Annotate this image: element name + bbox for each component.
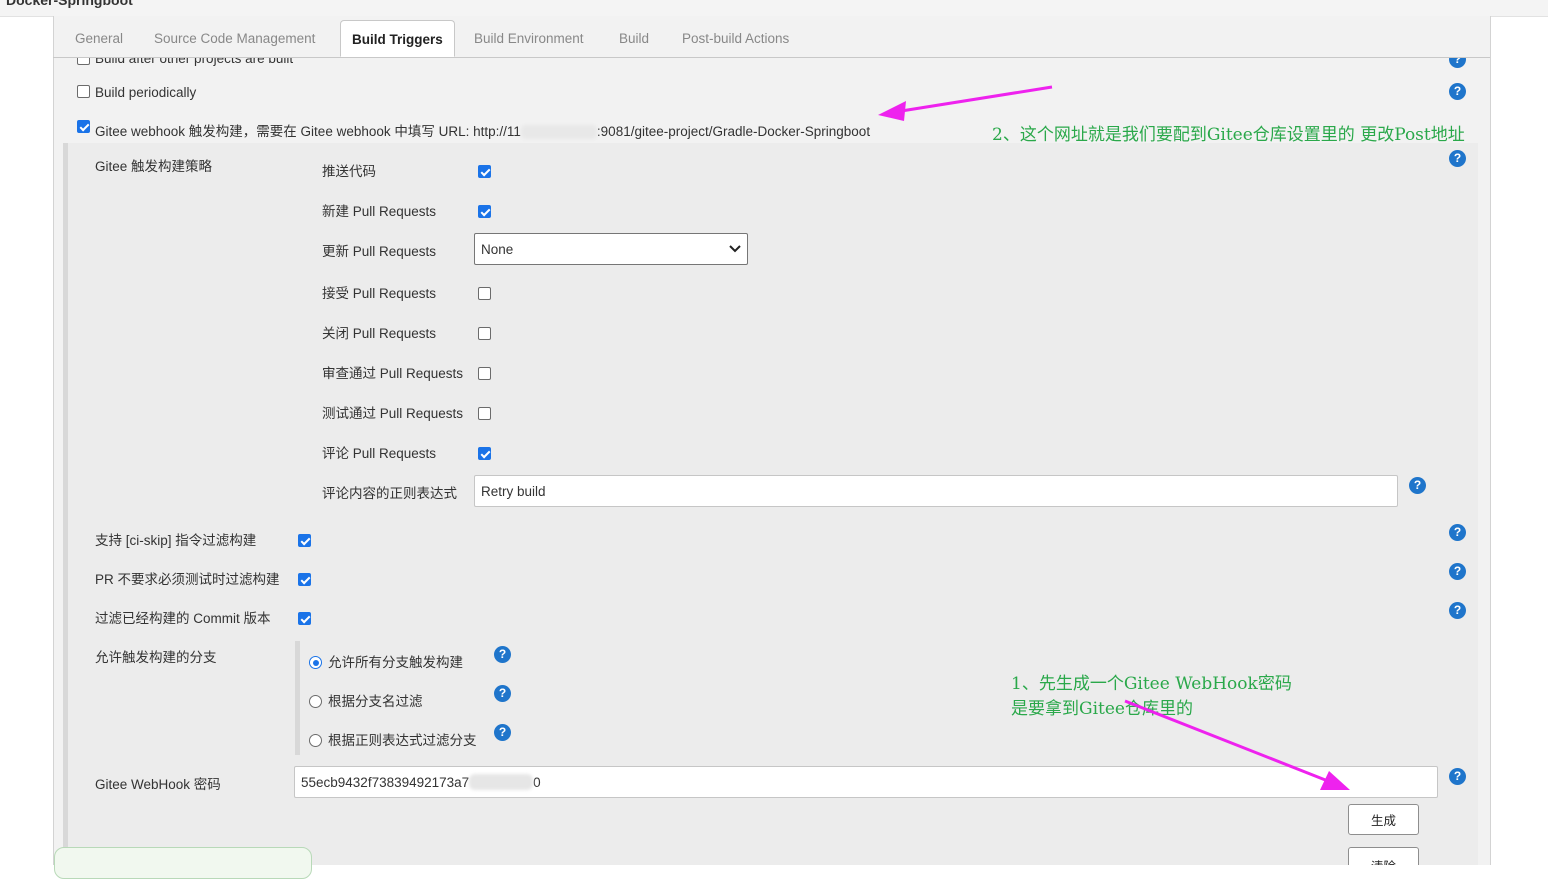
accept-pr-label: 接受 Pull Requests (322, 286, 437, 301)
clear-button[interactable]: 清除 (1348, 847, 1419, 865)
help-icon[interactable]: ? (1449, 524, 1466, 541)
tab-build[interactable]: Build (619, 31, 649, 46)
webhook-secret-input[interactable]: 55ecb9432f73839492173a7 0 (294, 766, 1438, 798)
redacted-secret (469, 774, 534, 790)
branch-options-bar (295, 641, 300, 755)
review-pr-checkbox[interactable] (478, 367, 491, 380)
branch-option-all-label: 允许所有分支触发构建 (328, 655, 463, 670)
push-code-label: 推送代码 (322, 164, 376, 179)
close-pr-checkbox[interactable] (478, 327, 491, 340)
help-icon[interactable]: ? (494, 685, 511, 702)
help-icon[interactable]: ? (1449, 58, 1466, 68)
build-after-checkbox[interactable] (77, 58, 90, 65)
build-periodically-label: Build periodically (95, 85, 197, 100)
help-icon[interactable]: ? (494, 646, 511, 663)
test-pr-checkbox[interactable] (478, 407, 491, 420)
generate-button[interactable]: 生成 (1348, 804, 1419, 835)
strategy-label: Gitee 触发构建策略 (95, 159, 213, 174)
tab-build-triggers[interactable]: Build Triggers (340, 20, 455, 57)
ci-skip-label: 支持 [ci-skip] 指令过滤构建 (95, 533, 257, 548)
webhook-secret-value-tail: 0 (533, 774, 541, 790)
pr-no-test-label: PR 不要求必须测试时过滤构建 (95, 572, 280, 587)
built-commit-label: 过滤已经构建的 Commit 版本 (95, 611, 271, 626)
gitee-webhook-checkbox[interactable] (77, 120, 90, 133)
annotation-secret-note-line1: 1、先生成一个Gitee WebHook密码 (1011, 674, 1292, 694)
branches-label: 允许触发构建的分支 (95, 650, 217, 665)
update-pr-select-value: None (481, 241, 514, 257)
gitee-webhook-url-suffix: :9081/gitee-project/Gradle-Docker-Spring… (596, 124, 871, 139)
branch-option-all-radio[interactable] (309, 656, 322, 669)
annotation-secret-note-line2: 是要拿到Gitee仓库里的 (1011, 699, 1193, 719)
tab-build-environment[interactable]: Build Environment (474, 31, 584, 46)
comment-regex-value: Retry build (481, 483, 546, 499)
branch-option-name-label: 根据分支名过滤 (328, 694, 423, 709)
redacted-ip (520, 125, 597, 140)
annotation-url-note: 2、这个网址就是我们要配到Gitee仓库设置里的 更改Post地址 (992, 125, 1465, 145)
update-pr-label: 更新 Pull Requests (322, 244, 437, 259)
gitee-webhook-label: Gitee webhook 触发构建，需要在 Gitee webhook 中填写… (95, 120, 870, 140)
pr-no-test-checkbox[interactable] (298, 573, 311, 586)
comment-regex-input[interactable]: Retry build (474, 475, 1398, 507)
tab-source-code-management[interactable]: Source Code Management (154, 31, 315, 46)
build-after-label: Build after other projects are built (95, 58, 294, 66)
new-pr-label: 新建 Pull Requests (322, 204, 437, 219)
ci-skip-checkbox[interactable] (298, 534, 311, 547)
comment-pr-label: 评论 Pull Requests (322, 446, 437, 461)
close-pr-label: 关闭 Pull Requests (322, 326, 437, 341)
built-commit-checkbox[interactable] (298, 612, 311, 625)
update-pr-select[interactable]: None (474, 233, 748, 265)
help-icon[interactable]: ? (1409, 477, 1426, 494)
new-pr-checkbox[interactable] (478, 205, 491, 218)
tab-post-build-actions[interactable]: Post-build Actions (682, 31, 789, 46)
branch-option-regex-radio[interactable] (309, 734, 322, 747)
test-pr-label: 测试通过 Pull Requests (322, 406, 464, 421)
help-icon[interactable]: ? (1449, 83, 1466, 100)
webhook-secret-label: Gitee WebHook 密码 (95, 777, 221, 792)
help-icon[interactable]: ? (494, 724, 511, 741)
footer-notice (54, 847, 312, 879)
build-triggers-section: Build after other projects are built ? B… (54, 58, 1478, 865)
help-icon[interactable]: ? (1449, 150, 1466, 167)
tab-bar: General Source Code Management Build Tri… (53, 20, 1490, 58)
help-icon[interactable]: ? (1449, 768, 1466, 785)
chevron-down-icon (729, 245, 741, 253)
comment-pr-checkbox[interactable] (478, 447, 491, 460)
window-title-bar: Docker-Springboot (0, 0, 1548, 17)
window-title: Docker-Springboot (6, 0, 133, 8)
help-icon[interactable]: ? (1449, 602, 1466, 619)
review-pr-label: 审查通过 Pull Requests (322, 366, 464, 381)
tab-general[interactable]: General (75, 31, 123, 46)
comment-regex-label: 评论内容的正则表达式 (322, 486, 457, 501)
accept-pr-checkbox[interactable] (478, 287, 491, 300)
help-icon[interactable]: ? (1449, 563, 1466, 580)
branch-option-name-radio[interactable] (309, 695, 322, 708)
push-code-checkbox[interactable] (478, 165, 491, 178)
webhook-secret-value: 55ecb9432f73839492173a7 (301, 774, 470, 790)
branch-option-regex-label: 根据正则表达式过滤分支 (328, 733, 477, 748)
build-periodically-checkbox[interactable] (77, 85, 90, 98)
gitee-webhook-url-prefix: Gitee webhook 触发构建，需要在 Gitee webhook 中填写… (95, 124, 521, 139)
